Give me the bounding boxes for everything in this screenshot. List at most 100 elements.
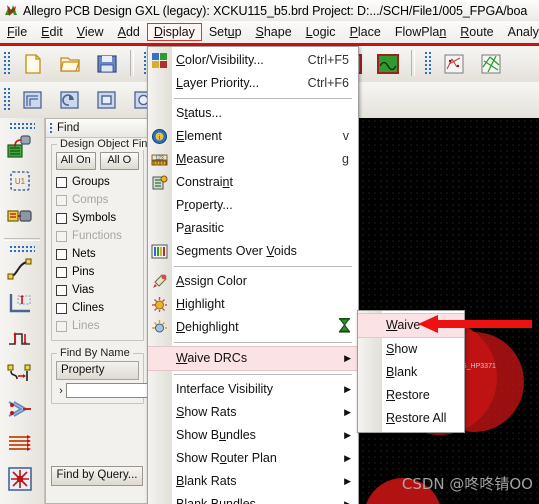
submenu-item-show[interactable]: Show (358, 338, 464, 361)
submenu-arrow-icon: ▶ (344, 407, 351, 417)
find-by-query-button[interactable]: Find by Query... (51, 466, 143, 486)
menu-flowplan[interactable]: FlowPlan (388, 23, 453, 41)
menu-analyze[interactable]: Analyz (501, 23, 539, 41)
toolbar2-grip[interactable] (3, 86, 10, 112)
net-board-icon[interactable] (475, 49, 507, 81)
submenu-arrow-icon: ▶ (344, 453, 351, 463)
color-visibility-icon (151, 52, 168, 69)
fanout-icon[interactable] (5, 394, 39, 428)
menu-item-dehighlight[interactable]: Dehighlight (148, 316, 358, 339)
menu-accel: g (342, 152, 349, 166)
checkbox-pins-box[interactable] (56, 266, 67, 278)
menu-item-show-bundles[interactable]: Show Bundles ▶ (148, 424, 358, 447)
menu-label: Parasitic (176, 221, 224, 235)
menu-item-highlight[interactable]: Highlight (148, 293, 358, 316)
design-object-find-group: Design Object Fin All On All O Groups Co… (51, 138, 151, 341)
menu-label: Show Bundles (176, 428, 256, 442)
save-disk-icon[interactable] (91, 49, 123, 81)
property-selector[interactable]: Property (56, 361, 139, 380)
menu-place[interactable]: Place (343, 23, 388, 41)
menu-item-property[interactable]: Property... (148, 194, 358, 217)
checkbox-lines-box (56, 320, 67, 332)
open-folder-icon[interactable] (54, 49, 86, 81)
panel-grip-icon[interactable] (49, 122, 53, 134)
slide-icon[interactable] (5, 289, 39, 323)
menu-bar[interactable]: File Edit View Add Display Setup Shape L… (0, 21, 539, 43)
rectangle-icon[interactable] (91, 85, 123, 117)
checkbox-nets-box[interactable] (56, 248, 67, 260)
copy-layer-icon[interactable] (17, 85, 49, 117)
vertex-icon[interactable] (5, 359, 39, 393)
symbol-icon[interactable]: U1 (5, 166, 39, 200)
menu-edit[interactable]: Edit (34, 23, 70, 41)
submenu-item-restore[interactable]: Restore (358, 384, 464, 407)
menu-item-parasitic[interactable]: Parasitic (148, 217, 358, 240)
submenu-arrow-icon: ▶ (344, 430, 351, 440)
menu-item-blank-bundles[interactable]: Blank Bundles ▶ (148, 493, 358, 504)
menu-item-blank-rats[interactable]: Blank Rats ▶ (148, 470, 358, 493)
new-file-icon[interactable] (17, 49, 49, 81)
toolbar-grip[interactable] (3, 50, 10, 76)
snake-route-icon[interactable] (5, 499, 39, 504)
menu-item-assign-color[interactable]: Assign Color (148, 270, 358, 293)
display-menu-list: Color/Visibility... Ctrl+F5 Layer Priori… (148, 47, 358, 504)
submenu-item-restore-all[interactable]: Restore All (358, 407, 464, 430)
menu-setup[interactable]: Setup (202, 23, 249, 41)
menu-item-measure[interactable]: 123 Measure g (148, 148, 358, 171)
checkbox-groups-box[interactable] (56, 176, 67, 188)
delay-tune-icon[interactable] (5, 324, 39, 358)
menu-item-status[interactable]: Status... (148, 102, 358, 125)
checkbox-clines-box[interactable] (56, 302, 67, 314)
rotate-icon[interactable] (54, 85, 86, 117)
checkbox-functions: Functions (56, 227, 139, 245)
chevron-right-icon[interactable]: › (56, 385, 66, 397)
add-connect-icon[interactable] (5, 254, 39, 288)
checkbox-symbols-box[interactable] (56, 212, 67, 224)
menu-file[interactable]: File (0, 23, 34, 41)
checkbox-pins[interactable]: Pins (56, 263, 139, 281)
menu-item-show-rats[interactable]: Show Rats ▶ (148, 401, 358, 424)
find-panel-header[interactable]: Find (46, 119, 148, 138)
menu-item-color-visibility[interactable]: Color/Visibility... Ctrl+F5 (148, 49, 358, 72)
place-manual-icon[interactable] (5, 131, 39, 165)
element-info-icon: i (151, 128, 168, 145)
all-on-button[interactable]: All On (56, 152, 96, 170)
find-panel: Find Design Object Fin All On All O Grou… (45, 118, 249, 504)
checkbox-symbols[interactable]: Symbols (56, 209, 139, 227)
menu-item-interface-visibility[interactable]: Interface Visibility ▶ (148, 378, 358, 401)
quickplace-icon[interactable] (5, 201, 39, 235)
checkbox-vias[interactable]: Vias (56, 281, 139, 299)
menu-shape[interactable]: Shape (249, 23, 299, 41)
toolbar-separator (130, 50, 135, 76)
checkbox-groups[interactable]: Groups (56, 173, 139, 191)
title-bar: Allegro PCB Design GXL (legacy): XCKU115… (0, 0, 539, 21)
menu-accel: Ctrl+F5 (307, 53, 349, 67)
checkbox-comps: Comps (56, 191, 139, 209)
checkbox-vias-box[interactable] (56, 284, 67, 296)
all-off-button[interactable]: All O (99, 152, 139, 170)
vtoolbar-grip[interactable] (9, 122, 35, 129)
menu-add[interactable]: Add (111, 23, 147, 41)
menu-item-show-router-plan[interactable]: Show Router Plan ▶ (148, 447, 358, 470)
checkbox-clines[interactable]: Clines (56, 299, 139, 317)
menu-label: Waive DRCs (176, 351, 248, 365)
vtoolbar-grip-2[interactable] (9, 245, 35, 252)
drc-board-icon[interactable] (438, 49, 470, 81)
auto-route-icon[interactable] (5, 464, 39, 498)
menu-display[interactable]: Display (146, 23, 202, 41)
menu-logic[interactable]: Logic (299, 23, 343, 41)
menu-item-waive-drcs[interactable]: Waive DRCs ▶ (148, 346, 358, 371)
menu-item-constraint[interactable]: Constraint (148, 171, 358, 194)
menu-item-segments-over-voids[interactable]: Segments Over Voids (148, 240, 358, 263)
checkbox-nets[interactable]: Nets (56, 245, 139, 263)
submenu-label: Show (386, 342, 418, 356)
toolbar-grip-4[interactable] (423, 50, 431, 76)
menu-item-element[interactable]: i Element v (148, 125, 358, 148)
menu-route[interactable]: Route (453, 23, 500, 41)
display-dropdown-menu[interactable]: Color/Visibility... Ctrl+F5 Layer Priori… (147, 46, 359, 504)
route-multi-icon[interactable] (5, 429, 39, 463)
shape-wave-icon[interactable] (372, 49, 404, 81)
submenu-item-blank[interactable]: Blank (358, 361, 464, 384)
menu-item-layer-priority[interactable]: Layer Priority... Ctrl+F6 (148, 72, 358, 95)
menu-view[interactable]: View (70, 23, 111, 41)
